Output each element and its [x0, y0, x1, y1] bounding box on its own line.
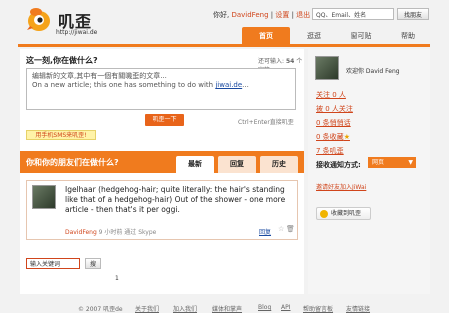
footer-link-about[interactable]: 关于我们 — [135, 304, 159, 313]
char-count: 54 — [285, 58, 295, 65]
copyright: © 2007 叽歪de — [78, 306, 123, 313]
post-text-prefix: On a new article; this one has something… — [32, 81, 216, 89]
status-meta: DavidFeng 9 小时前 通过 Skype — [65, 227, 156, 236]
page-number[interactable]: 1 — [115, 275, 119, 282]
username-link[interactable]: DavidFeng — [231, 11, 268, 19]
post-text-suffix: ... — [242, 81, 249, 89]
trash-icon[interactable]: 🗑 — [286, 225, 295, 233]
shortcut-hint: Ctrl+Enter直接叽歪 — [238, 119, 294, 126]
nav-tab-help[interactable]: 帮助 — [388, 27, 428, 45]
tab-latest[interactable]: 最新 — [176, 156, 214, 173]
nav-divider — [18, 44, 430, 47]
sms-post-link[interactable]: 用手机SMS来叽歪! — [26, 130, 96, 140]
friends-title: 你和你的朋友们在做什么? — [26, 158, 119, 167]
nav-tab-widgets[interactable]: 窗可贴 — [338, 27, 384, 45]
status-time-source: 9 小时前 通过 Skype — [98, 229, 157, 236]
invite-friends-link[interactable]: 邀请好友加入JiWai — [316, 182, 366, 191]
footer-link-feedback[interactable]: 帮助留言板 — [303, 304, 333, 313]
status-textarea[interactable]: 编辑新的文章,其中有一個有關嘰歪的文章... On a new article;… — [26, 68, 296, 110]
following-link[interactable]: 关注 0 人 — [316, 90, 346, 100]
bookmark-icon — [320, 210, 328, 218]
friend-search-input[interactable] — [312, 8, 394, 20]
footer-link-join[interactable]: 加入我们 — [173, 304, 197, 313]
greeting: 你好, — [213, 11, 230, 19]
main-column: 这一刻,你在做什么? 还可输入: 54 个字符 编辑新的文章,其中有一個有關嘰歪… — [20, 49, 304, 294]
keyword-search-input[interactable] — [26, 258, 80, 269]
submit-post-button[interactable]: 叽歪一下 — [145, 114, 184, 126]
settings-link[interactable]: 设置 — [275, 11, 289, 19]
notify-value: 网页 — [372, 159, 385, 166]
footer-link-api[interactable]: API — [281, 304, 291, 311]
favorites-link[interactable]: 0 条收藏 — [316, 133, 344, 141]
notify-method-select[interactable]: 网页 ▼ — [368, 157, 416, 168]
nav-tab-home[interactable]: 首页 — [242, 27, 290, 45]
status-author-link[interactable]: DavidFeng — [65, 229, 97, 236]
separator: | — [270, 11, 274, 19]
post-title: 这一刻,你在做什么? — [26, 56, 98, 65]
find-friends-button[interactable]: 找朋友 — [397, 8, 429, 20]
tab-history[interactable]: 历史 — [260, 156, 298, 173]
avatar[interactable] — [315, 56, 339, 80]
user-bar: 你好, DavidFeng | 设置 | 退出 — [213, 10, 310, 20]
footer-link-media[interactable]: 媒体和掌声 — [212, 304, 242, 313]
status-text: Igelhaar (hedgehog-hair; quite literally… — [65, 185, 286, 214]
post-text-line2: On a new article; this one has something… — [32, 81, 290, 90]
footer-link-partners[interactable]: 友情链接 — [346, 304, 370, 313]
star-icon[interactable]: ☆ — [278, 225, 284, 233]
status-item: Igelhaar (hedgehog-hair; quite literally… — [26, 180, 298, 240]
bookmark-label: 收藏到叽歪 — [331, 210, 362, 217]
friends-header: 你和你的朋友们在做什么? 最新 回复 历史 — [20, 151, 304, 173]
favorites-row: 0 条收藏★ — [316, 132, 350, 142]
posts-link[interactable]: 7 条叽歪 — [316, 146, 344, 156]
welcome-text: 欢迎你 David Feng — [346, 68, 400, 75]
nav-tab-browse[interactable]: 逛逛 — [294, 27, 334, 45]
keyword-search-button[interactable]: 搜 — [85, 258, 101, 269]
char-hint-prefix: 还可输入: — [258, 58, 285, 65]
logout-link[interactable]: 退出 — [296, 11, 310, 19]
footer: © 2007 叽歪de 关于我们 加入我们 媒体和掌声 Blog API 帮助留… — [0, 301, 449, 313]
tab-replies[interactable]: 回复 — [218, 156, 256, 173]
followers-link[interactable]: 被 0 人关注 — [316, 104, 353, 114]
favorite-star-icon: ★ — [343, 133, 350, 141]
avatar[interactable] — [32, 185, 56, 209]
main-nav: 首页 逛逛 窗可贴 帮助 — [18, 27, 430, 45]
bookmark-button[interactable]: 收藏到叽歪 — [316, 207, 371, 220]
separator: | — [291, 11, 294, 19]
chevron-down-icon: ▼ — [408, 159, 413, 166]
reply-link[interactable]: 回复 — [259, 227, 271, 236]
post-text-line1: 编辑新的文章,其中有一個有關嘰歪的文章... — [32, 72, 167, 80]
post-text-link: jiwai.de — [215, 81, 243, 89]
whispers-link[interactable]: 0 条悄悄话 — [316, 118, 351, 128]
notify-label: 接收通知方式: — [316, 161, 361, 169]
sidebar: 欢迎你 David Feng 关注 0 人 被 0 人关注 0 条悄悄话 0 条… — [308, 49, 430, 294]
footer-link-blog[interactable]: Blog — [258, 304, 271, 311]
